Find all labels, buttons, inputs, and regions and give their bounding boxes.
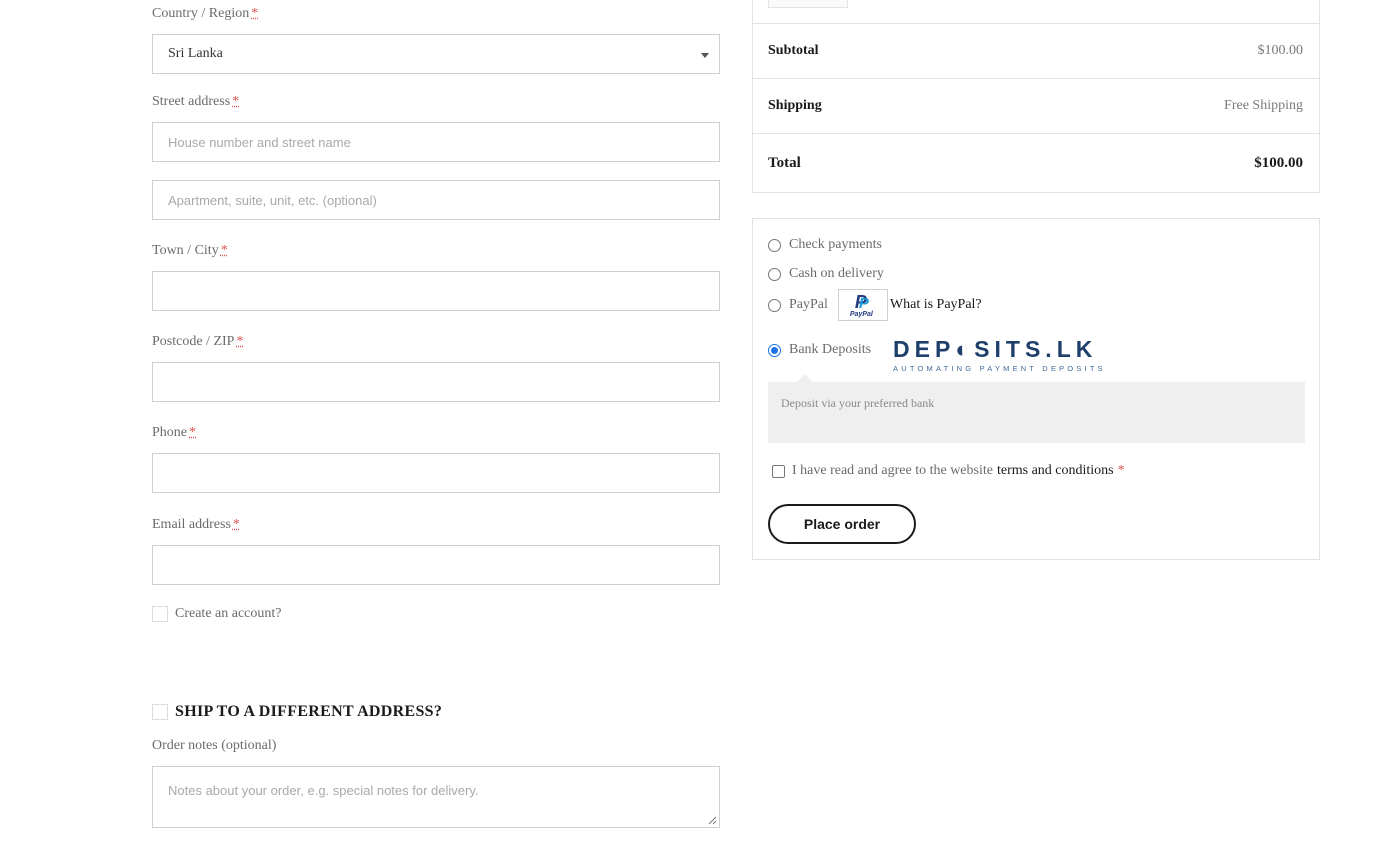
email-input[interactable] bbox=[152, 545, 720, 585]
shipping-value: Free Shipping bbox=[1224, 98, 1303, 113]
order-notes-placeholder: Notes about your order, e.g. special not… bbox=[168, 783, 479, 798]
bank-deposits-label[interactable]: Bank Deposits bbox=[789, 342, 871, 358]
subtotal-value: $100.00 bbox=[1257, 43, 1304, 58]
ship-different-row: SHIP TO A DIFFERENT ADDRESS? bbox=[152, 703, 442, 721]
shipping-row: Shipping Free Shipping bbox=[753, 78, 1319, 133]
required-marker: * bbox=[232, 94, 240, 109]
check-payments-radio[interactable] bbox=[768, 238, 781, 252]
deposits-logo-brand: DEP◐SITS.LK bbox=[893, 336, 1098, 362]
payment-section: Check payments Cash on delivery PayPal P… bbox=[752, 218, 1320, 560]
postcode-input[interactable] bbox=[152, 362, 720, 402]
terms-link[interactable]: terms and conditions bbox=[997, 463, 1114, 479]
phone-label: Phone * bbox=[152, 425, 196, 440]
subtotal-label: Subtotal bbox=[768, 43, 819, 58]
street-placeholder: House number and street name bbox=[168, 134, 351, 150]
city-input[interactable] bbox=[152, 271, 720, 311]
shipping-label: Shipping bbox=[768, 98, 822, 113]
create-account-checkbox[interactable] bbox=[152, 606, 168, 622]
required-marker: * bbox=[232, 517, 240, 532]
postcode-label: Postcode / ZIP * bbox=[152, 334, 244, 349]
terms-text: I have read and agree to the website bbox=[792, 463, 993, 478]
place-order-button[interactable]: Place order bbox=[768, 504, 916, 544]
order-totals-table: Subtotal $100.00 Shipping Free Shipping … bbox=[752, 0, 1320, 193]
payment-method-paypal[interactable]: PayPal PP PayPal What is PayPal? bbox=[768, 289, 982, 321]
create-account-row: Create an account? bbox=[152, 606, 282, 622]
paypal-label[interactable]: PayPal bbox=[789, 297, 828, 313]
paypal-logo: PP PayPal bbox=[837, 289, 888, 321]
required-marker: * bbox=[189, 425, 196, 440]
order-notes-textarea[interactable]: Notes about your order, e.g. special not… bbox=[152, 766, 720, 828]
payment-method-bank-deposits[interactable]: Bank Deposits bbox=[768, 342, 871, 358]
resize-grip-icon[interactable] bbox=[708, 816, 717, 825]
total-row: Total $100.00 bbox=[753, 133, 1319, 192]
street-label: Street address * bbox=[152, 94, 240, 109]
required-marker: * bbox=[1117, 463, 1125, 478]
email-label: Email address * bbox=[152, 517, 240, 532]
total-label: Total bbox=[768, 154, 801, 171]
check-payments-label[interactable]: Check payments bbox=[789, 237, 882, 253]
what-is-paypal-link[interactable]: What is PayPal? bbox=[890, 297, 982, 313]
apartment-placeholder: Apartment, suite, unit, etc. (optional) bbox=[168, 192, 377, 208]
payment-description: Deposit via your preferred bank bbox=[768, 382, 1305, 443]
cod-radio[interactable] bbox=[768, 267, 781, 281]
payment-method-check[interactable]: Check payments bbox=[768, 237, 882, 253]
totals-spacer-row bbox=[753, 0, 1319, 23]
bank-deposits-radio[interactable] bbox=[768, 343, 781, 357]
street-address-input[interactable]: House number and street name bbox=[152, 122, 720, 162]
country-value: Sri Lanka bbox=[168, 46, 223, 61]
phone-input[interactable] bbox=[152, 453, 720, 493]
create-account-label[interactable]: Create an account? bbox=[175, 606, 282, 622]
ship-different-heading[interactable]: SHIP TO A DIFFERENT ADDRESS? bbox=[175, 703, 442, 721]
terms-checkbox[interactable] bbox=[772, 464, 785, 478]
total-value: $100.00 bbox=[1254, 154, 1303, 171]
required-marker: * bbox=[236, 334, 244, 349]
cod-label[interactable]: Cash on delivery bbox=[789, 266, 884, 282]
city-label: Town / City * bbox=[152, 243, 228, 258]
paypal-radio[interactable] bbox=[768, 298, 781, 312]
deposits-logo-tagline: AUTOMATING PAYMENT DEPOSITS bbox=[893, 364, 1106, 373]
required-marker: * bbox=[251, 6, 259, 21]
order-notes-label: Order notes (optional) bbox=[152, 738, 277, 753]
required-marker: * bbox=[220, 243, 228, 258]
payment-method-cod[interactable]: Cash on delivery bbox=[768, 266, 884, 282]
ship-different-checkbox[interactable] bbox=[152, 704, 168, 720]
subtotal-row: Subtotal $100.00 bbox=[753, 23, 1319, 78]
chevron-down-icon bbox=[701, 53, 709, 58]
country-label: Country / Region * bbox=[152, 6, 259, 21]
paypal-logo-text: PayPal bbox=[849, 311, 873, 318]
country-select[interactable]: Sri Lanka bbox=[152, 34, 720, 74]
apartment-input[interactable]: Apartment, suite, unit, etc. (optional) bbox=[152, 180, 720, 220]
terms-row: I have read and agree to the website ter… bbox=[772, 463, 1125, 479]
deposits-lk-logo: DEP◐SITS.LK AUTOMATING PAYMENT DEPOSITS bbox=[893, 336, 1143, 373]
description-pointer bbox=[797, 374, 813, 382]
